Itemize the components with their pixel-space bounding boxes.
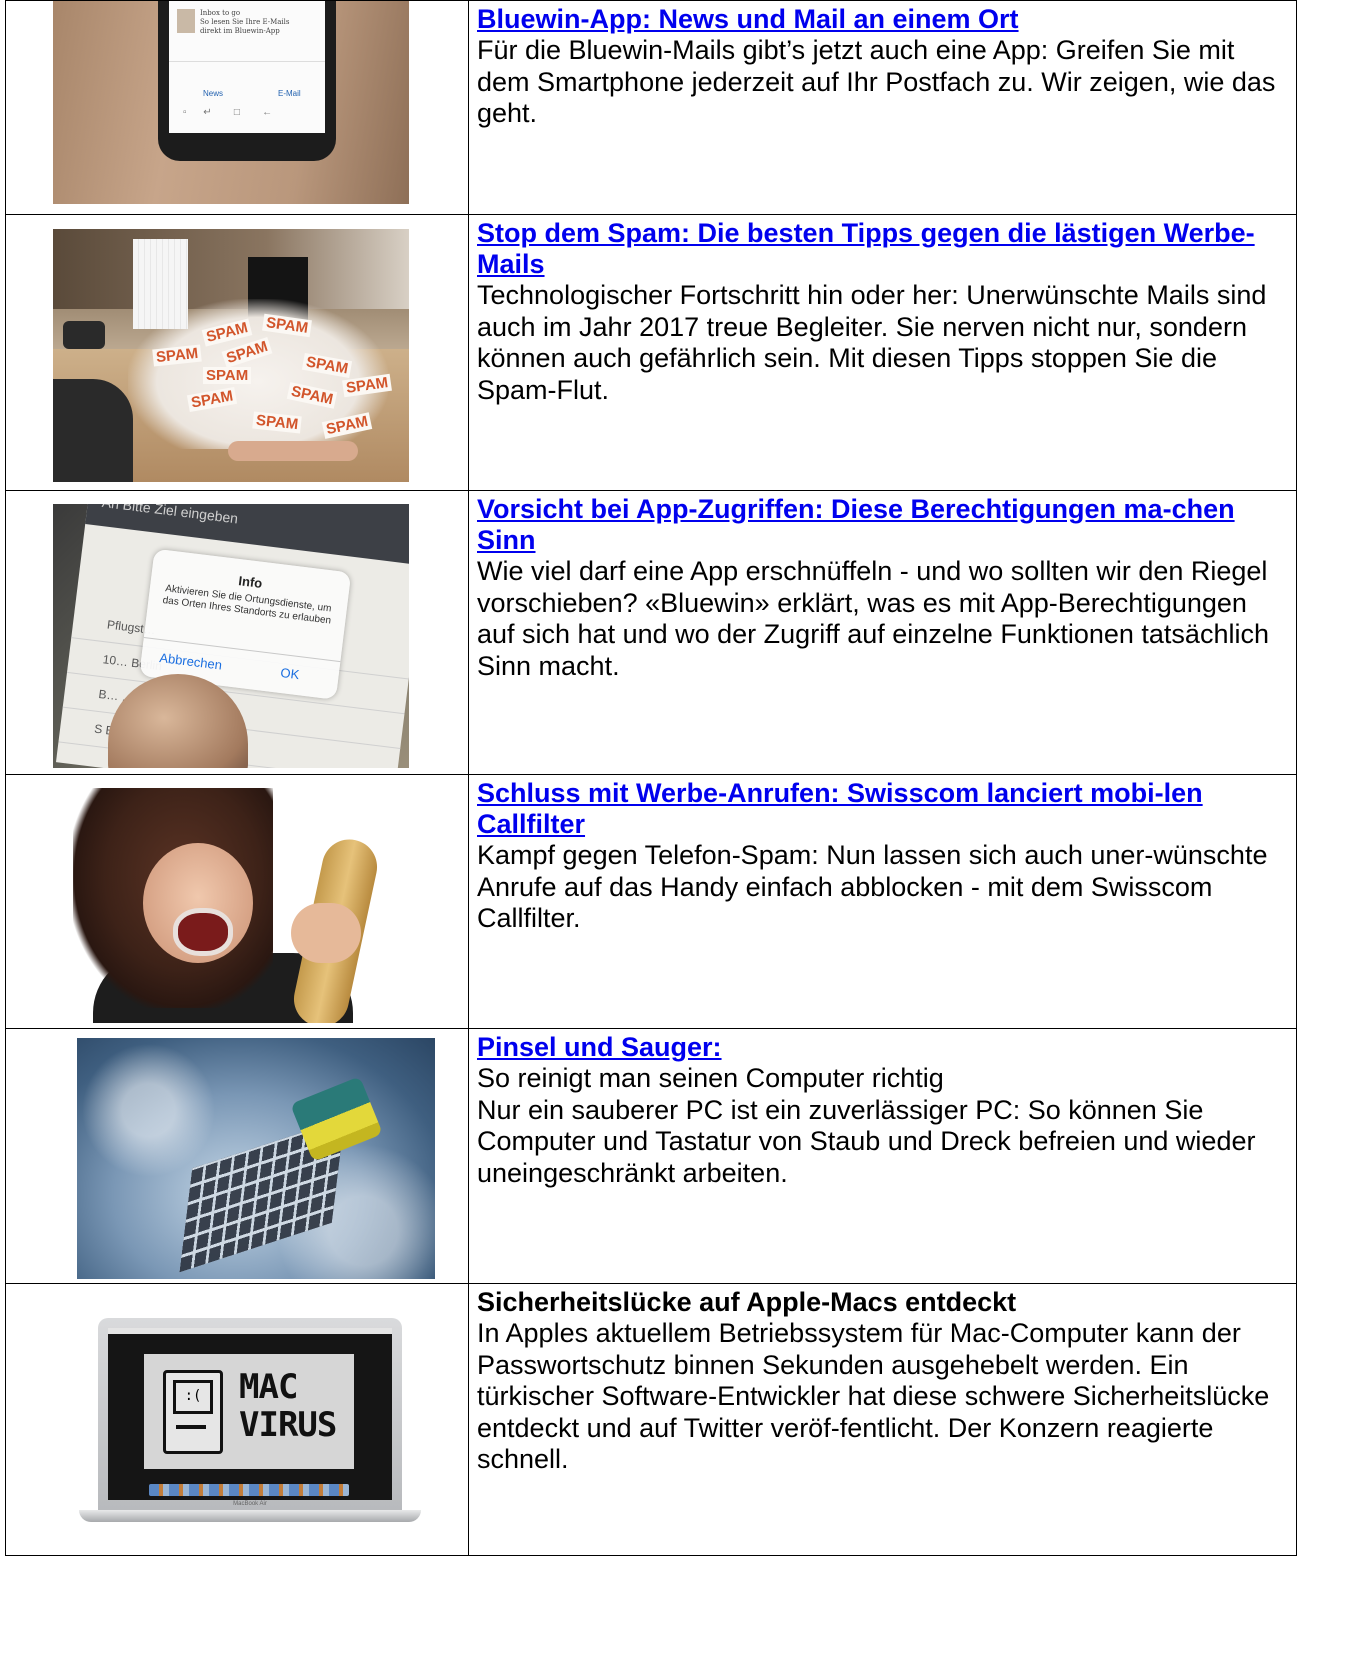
foamy-keyboard-image <box>77 1038 435 1279</box>
article-summary: In Apples aktuellem Betriebssystem für M… <box>477 1318 1270 1474</box>
article-summary: Kampf gegen Telefon-Spam: Nun lassen sic… <box>477 840 1268 933</box>
image-cell: Inbox to go So lesen Sie Ihre E-Mails di… <box>5 0 469 215</box>
phone-screen-text: Inbox to go So lesen Sie Ihre E-Mails di… <box>200 9 290 35</box>
menu-bar <box>108 1328 392 1334</box>
text-cell: Schluss mit Werbe-Anrufen: Swisscom lanc… <box>468 774 1297 1029</box>
text-cell: Sicherheitslücke auf Apple-Macs entdeckt… <box>468 1283 1297 1556</box>
arm <box>228 441 358 461</box>
news-tab-label: News <box>203 89 224 98</box>
image-cell: An Bitte Ziel eingeben Pflugst… 10… Berl… <box>5 490 469 775</box>
article-title-link[interactable]: Vorsicht bei App-Zugriffen: Diese Berech… <box>477 494 1288 556</box>
image-cell: :( MAC VIRUS MacBook Air <box>5 1283 469 1556</box>
dock <box>149 1484 349 1496</box>
open-mouth <box>173 908 233 956</box>
news-table: Inbox to go So lesen Sie Ihre E-Mails di… <box>5 0 1297 1556</box>
screaming-woman-phone-image <box>53 783 409 1023</box>
text-cell: Pinsel und Sauger: So reinigt man seinen… <box>468 1028 1297 1284</box>
article-row-computer-cleaning: Pinsel und Sauger: So reinigt man seinen… <box>5 1028 1297 1284</box>
paper-stack <box>133 239 188 329</box>
article-title-link[interactable]: Schluss mit Werbe-Anrufen: Swisscom lanc… <box>477 778 1288 840</box>
android-nav-keys: ▫ ↵ □ ← <box>183 107 273 118</box>
image-cell <box>5 1028 469 1284</box>
image-cell <box>5 774 469 1029</box>
article-row-callfilter: Schluss mit Werbe-Anrufen: Swisscom lanc… <box>5 774 1297 1029</box>
article-summary: Wie viel darf eine App erschnüffeln - un… <box>477 556 1269 681</box>
macbook-virus-image: :( MAC VIRUS MacBook Air <box>79 1318 421 1524</box>
article-summary: Technologischer Fortschritt hin oder her… <box>477 280 1267 405</box>
article-row-spam: SPAM SPAM SPAM SPAM SPAM SPAM SPAM SPAM … <box>5 214 1297 491</box>
article-thumbnail <box>177 9 195 33</box>
spam-desk-image: SPAM SPAM SPAM SPAM SPAM SPAM SPAM SPAM … <box>53 229 409 482</box>
email-tab-label: E-Mail <box>278 89 301 98</box>
text-cell: Bluewin-App: News und Mail an einem Ort … <box>468 0 1297 215</box>
text-cell: Stop dem Spam: Die besten Tipps gegen di… <box>468 214 1297 491</box>
article-summary: So reinigt man seinen Computer richtig N… <box>477 1063 1256 1188</box>
ok-button: OK <box>279 664 301 683</box>
hand <box>291 903 361 963</box>
chair <box>53 379 133 482</box>
article-title: Sicherheitslücke auf Apple-Macs entdeckt <box>477 1287 1017 1317</box>
laptop-base <box>79 1510 421 1522</box>
article-row-bluewin-app: Inbox to go So lesen Sie Ihre E-Mails di… <box>5 0 1297 215</box>
text-cell: Vorsicht bei App-Zugriffen: Diese Berech… <box>468 490 1297 775</box>
mac-virus-text: MAC VIRUS <box>239 1367 337 1445</box>
navigation-header: An Bitte Ziel eingeben <box>85 504 409 566</box>
background-wall <box>53 229 409 309</box>
phone-in-hand-image: Inbox to go So lesen Sie Ihre E-Mails di… <box>53 1 409 204</box>
spam-label: SPAM <box>203 367 252 384</box>
article-title-link[interactable]: Stop dem Spam: Die besten Tipps gegen di… <box>477 218 1288 280</box>
article-row-app-permissions: An Bitte Ziel eingeben Pflugst… 10… Berl… <box>5 490 1297 775</box>
brand-label: MacBook Air <box>233 1501 267 1507</box>
cancel-button: Abbrechen <box>158 650 223 673</box>
phone-dialog-image: An Bitte Ziel eingeben Pflugst… 10… Berl… <box>53 504 409 768</box>
desk-phone <box>63 321 105 349</box>
article-title-link[interactable]: Pinsel und Sauger: <box>477 1032 1288 1063</box>
sad-mac-icon: :( <box>163 1370 223 1454</box>
article-title-link[interactable]: Bluewin-App: News und Mail an einem Ort <box>477 4 1288 35</box>
image-cell: SPAM SPAM SPAM SPAM SPAM SPAM SPAM SPAM … <box>5 214 469 491</box>
article-row-mac-security: :( MAC VIRUS MacBook Air Sicherheitslück… <box>5 1283 1297 1556</box>
article-summary: Für die Bluewin-Mails gibt’s jetzt auch … <box>477 35 1276 128</box>
divider <box>169 61 325 62</box>
